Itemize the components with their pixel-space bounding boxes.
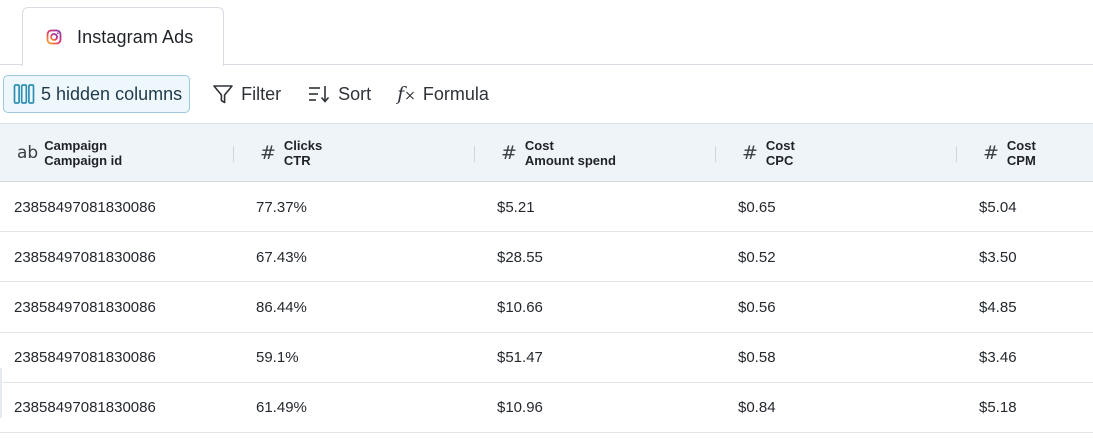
table-row[interactable]: 23858497081830086 77.37% $5.21 $0.65 $5.… (0, 182, 1093, 233)
cell-amount-spend[interactable]: $10.96 (497, 383, 543, 433)
table-row[interactable]: 23858497081830086 86.44% $10.66 $0.56 $4… (0, 282, 1093, 333)
cell-campaign-id[interactable]: 23858497081830086 (14, 182, 156, 232)
column-header-amount-spend[interactable]: # Cost Amount spend (501, 124, 616, 182)
tab-label: Instagram Ads (77, 26, 194, 47)
cell-amount-spend[interactable]: $10.66 (497, 282, 543, 332)
filter-label: Filter (241, 83, 282, 104)
tab-bar: Instagram Ads (0, 0, 1093, 66)
column-field-label: CPM (1006, 153, 1036, 168)
columns-icon (13, 84, 35, 104)
sort-icon (309, 86, 330, 103)
column-resize-handle[interactable] (233, 146, 234, 162)
cell-cpc[interactable]: $0.58 (738, 333, 776, 383)
cell-cpc[interactable]: $0.65 (738, 182, 776, 232)
toolbar: 5 hidden columns Filter Sort f× Formula (0, 65, 1093, 123)
cell-ctr[interactable]: 77.37% (256, 182, 307, 232)
cell-amount-spend[interactable]: $5.21 (497, 182, 535, 232)
number-type-icon: # (983, 142, 999, 164)
table-row[interactable]: 23858497081830086 59.1% $51.47 $0.58 $3.… (0, 333, 1093, 383)
column-group-label: Clicks (283, 138, 323, 153)
column-group-label: Cost (524, 138, 554, 153)
cell-amount-spend[interactable]: $51.47 (497, 333, 543, 383)
number-type-icon: # (260, 142, 276, 164)
table-row[interactable]: 23858497081830086 61.49% $10.96 $0.84 $5… (0, 383, 1093, 433)
column-header-campaign-id[interactable]: ab Campaign Campaign id (17, 124, 122, 182)
cell-cpm[interactable]: $5.18 (979, 383, 1017, 433)
formula-button[interactable]: f× Formula (397, 75, 489, 113)
column-field-label: Amount spend (524, 153, 616, 168)
cell-cpm[interactable]: $4.85 (979, 282, 1017, 332)
cell-cpm[interactable]: $3.50 (979, 232, 1017, 282)
column-resize-handle[interactable] (956, 146, 957, 162)
column-field-label: Campaign id (44, 153, 123, 168)
table-body: 23858497081830086 77.37% $5.21 $0.65 $5.… (0, 182, 1093, 433)
cell-cpc[interactable]: $0.52 (738, 232, 776, 282)
column-resize-handle[interactable] (715, 146, 716, 162)
instagram-icon (46, 29, 62, 45)
hidden-columns-label: 5 hidden columns (41, 83, 183, 104)
column-group-label: Cost (1006, 138, 1036, 153)
cell-ctr[interactable]: 67.43% (256, 232, 307, 282)
cell-campaign-id[interactable]: 23858497081830086 (14, 232, 156, 282)
cell-campaign-id[interactable]: 23858497081830086 (14, 333, 156, 383)
cell-campaign-id[interactable]: 23858497081830086 (14, 383, 156, 433)
filter-icon (213, 85, 233, 104)
column-group-label: Campaign (44, 138, 108, 153)
sort-button[interactable]: Sort (307, 75, 371, 113)
cell-cpm[interactable]: $3.46 (979, 333, 1017, 383)
function-icon: f× (397, 82, 416, 105)
cell-cpc[interactable]: $0.84 (738, 383, 776, 433)
number-type-icon: # (742, 142, 758, 164)
formula-label: Formula (422, 83, 489, 104)
hidden-columns-button[interactable]: 5 hidden columns (3, 75, 191, 113)
number-type-icon: # (501, 142, 517, 164)
cell-campaign-id[interactable]: 23858497081830086 (14, 282, 156, 332)
column-field-label: CTR (283, 153, 311, 168)
column-group-label: Cost (765, 138, 795, 153)
filter-button[interactable]: Filter (212, 75, 281, 113)
tab-instagram-ads[interactable]: Instagram Ads (22, 7, 224, 66)
column-resize-handle[interactable] (474, 146, 475, 162)
row-edge-indicator (0, 368, 2, 418)
cell-ctr[interactable]: 86.44% (256, 282, 307, 332)
table-header: ab Campaign Campaign id # Clicks CTR # C… (0, 123, 1093, 182)
column-header-cpc[interactable]: # Cost CPC (742, 124, 795, 182)
sort-label: Sort (338, 83, 372, 104)
column-header-cpm[interactable]: # Cost CPM (983, 124, 1036, 182)
column-header-ctr[interactable]: # Clicks CTR (260, 124, 322, 182)
cell-ctr[interactable]: 61.49% (256, 383, 307, 433)
text-type-icon: ab (17, 143, 39, 163)
cell-cpm[interactable]: $5.04 (979, 182, 1017, 232)
table-row[interactable]: 23858497081830086 67.43% $28.55 $0.52 $3… (0, 232, 1093, 283)
cell-amount-spend[interactable]: $28.55 (497, 232, 543, 282)
column-field-label: CPC (765, 153, 794, 168)
cell-cpc[interactable]: $0.56 (738, 282, 776, 332)
cell-ctr[interactable]: 59.1% (256, 333, 299, 383)
